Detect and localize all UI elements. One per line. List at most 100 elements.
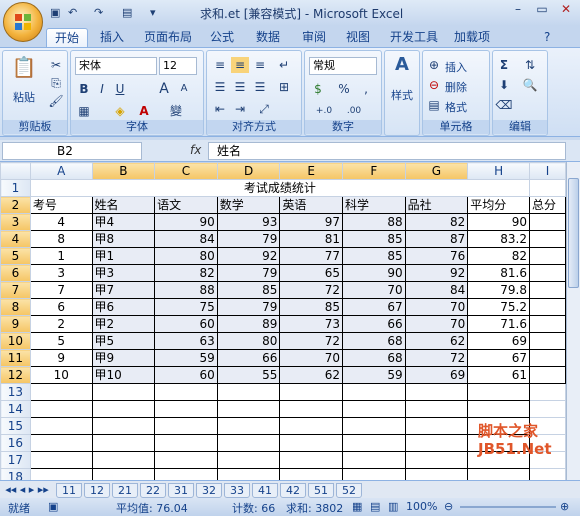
orientation-icon[interactable]: ⤢ — [255, 101, 273, 117]
cell[interactable] — [154, 451, 218, 469]
cell[interactable]: 70 — [279, 349, 343, 367]
cell[interactable] — [528, 179, 566, 197]
cell[interactable] — [29, 417, 93, 435]
cell[interactable]: 63 — [154, 332, 218, 350]
sheet-tab-41[interactable]: 41 — [252, 483, 278, 498]
clear-icon[interactable]: ⌫ — [495, 97, 513, 113]
cell[interactable]: 92 — [404, 264, 469, 282]
underline-button[interactable]: U — [111, 81, 129, 97]
page-break-view-icon[interactable]: ▥ — [388, 500, 398, 513]
tab-data[interactable]: 数据 — [248, 28, 288, 48]
cell[interactable]: 85 — [342, 230, 406, 248]
cell[interactable]: 68 — [342, 332, 406, 350]
cell[interactable] — [404, 383, 469, 401]
cell[interactable]: 65 — [279, 264, 343, 282]
fill-color-icon[interactable]: ◈ — [111, 103, 129, 119]
cell[interactable]: 59 — [342, 366, 406, 384]
cell[interactable]: 84 — [154, 230, 218, 248]
cell[interactable]: 82 — [404, 213, 469, 231]
cell[interactable]: 72 — [404, 349, 469, 367]
cell[interactable]: 55 — [216, 366, 281, 384]
align-center-icon[interactable]: ☰ — [231, 79, 249, 95]
row-header[interactable]: 2 — [0, 196, 31, 214]
macro-record-icon[interactable]: ▣ — [48, 500, 58, 513]
cell[interactable]: 60 — [154, 315, 218, 333]
cell[interactable]: 79 — [216, 264, 281, 282]
tab-insert[interactable]: 插入 — [92, 28, 132, 48]
cell[interactable]: 90 — [342, 264, 406, 282]
row-header[interactable]: 4 — [0, 230, 31, 248]
cell[interactable] — [467, 383, 530, 401]
align-middle-icon[interactable]: ≡ — [231, 57, 249, 73]
cell[interactable] — [528, 383, 566, 401]
cell[interactable] — [154, 383, 218, 401]
row-header[interactable]: 8 — [0, 298, 31, 316]
cell[interactable] — [216, 400, 281, 418]
cell[interactable]: 7 — [29, 281, 93, 299]
align-left-icon[interactable]: ☰ — [211, 79, 229, 95]
header-cell[interactable]: 英语 — [279, 196, 343, 214]
row-header[interactable]: 12 — [0, 366, 31, 384]
decrease-decimal-button[interactable]: .00 — [341, 103, 367, 119]
zoom-out-icon[interactable]: ⊖ — [444, 500, 453, 513]
column-header[interactable]: E — [279, 162, 343, 180]
cell[interactable]: 6 — [29, 298, 93, 316]
shrink-font-button[interactable]: A — [175, 81, 193, 97]
cell[interactable]: 甲5 — [91, 332, 156, 350]
row-header[interactable]: 7 — [0, 281, 31, 299]
cell[interactable] — [404, 417, 469, 435]
cell[interactable]: 90 — [154, 213, 218, 231]
cell[interactable] — [528, 332, 566, 350]
sheet-tab-32[interactable]: 32 — [196, 483, 222, 498]
cell[interactable] — [29, 434, 93, 452]
cell[interactable] — [91, 383, 156, 401]
bold-button[interactable]: B — [75, 81, 93, 97]
cell[interactable] — [342, 468, 406, 480]
sheet-tab-33[interactable]: 33 — [224, 483, 250, 498]
fill-icon[interactable]: ⬇ — [495, 77, 513, 93]
paste-button[interactable]: 粘贴 — [13, 89, 35, 105]
cell[interactable]: 85 — [216, 281, 281, 299]
cell[interactable]: 60 — [154, 366, 218, 384]
insert-cells-button[interactable]: 插入 — [445, 59, 467, 75]
cell[interactable]: 75 — [154, 298, 218, 316]
column-header[interactable]: D — [216, 162, 281, 180]
row-header[interactable]: 9 — [0, 315, 31, 333]
cell[interactable]: 97 — [279, 213, 343, 231]
insert-function-button[interactable]: fx — [190, 143, 201, 157]
cell[interactable]: 5 — [29, 332, 93, 350]
cell[interactable] — [279, 434, 343, 452]
cell[interactable]: 9 — [29, 349, 93, 367]
row-header[interactable]: 11 — [0, 349, 31, 367]
tab-developer[interactable]: 开发工具 — [382, 28, 446, 48]
cell[interactable] — [216, 383, 281, 401]
cell[interactable]: 79 — [216, 298, 281, 316]
column-header[interactable]: F — [342, 162, 406, 180]
cell[interactable] — [91, 417, 156, 435]
wrap-text-icon[interactable]: ↵ — [275, 57, 293, 73]
save-icon[interactable]: ▣ — [50, 6, 60, 20]
sheet-tab-21[interactable]: 21 — [112, 483, 138, 498]
cell[interactable] — [216, 468, 281, 480]
cell[interactable]: 70 — [342, 281, 406, 299]
cell[interactable]: 77 — [279, 247, 343, 265]
sheet-tab-52[interactable]: 52 — [336, 483, 362, 498]
cell[interactable]: 4 — [29, 213, 93, 231]
cell[interactable]: 90 — [467, 213, 530, 231]
tab-addins[interactable]: 加载项 — [446, 28, 498, 48]
header-cell[interactable]: 科学 — [342, 196, 406, 214]
cell[interactable]: 89 — [216, 315, 281, 333]
sheet-tab-11[interactable]: 11 — [56, 483, 82, 498]
cell[interactable] — [279, 417, 343, 435]
cell[interactable] — [467, 468, 530, 480]
close-button[interactable]: ✕ — [554, 2, 578, 20]
cell[interactable] — [279, 468, 343, 480]
phonetic-button[interactable]: 變 — [167, 103, 185, 119]
cell[interactable] — [528, 213, 566, 231]
cell[interactable]: 甲3 — [91, 264, 156, 282]
align-top-icon[interactable]: ≡ — [211, 57, 229, 73]
cell[interactable] — [91, 451, 156, 469]
cell[interactable] — [29, 451, 93, 469]
select-all-corner[interactable] — [0, 162, 31, 180]
header-cell[interactable]: 考号 — [29, 196, 93, 214]
